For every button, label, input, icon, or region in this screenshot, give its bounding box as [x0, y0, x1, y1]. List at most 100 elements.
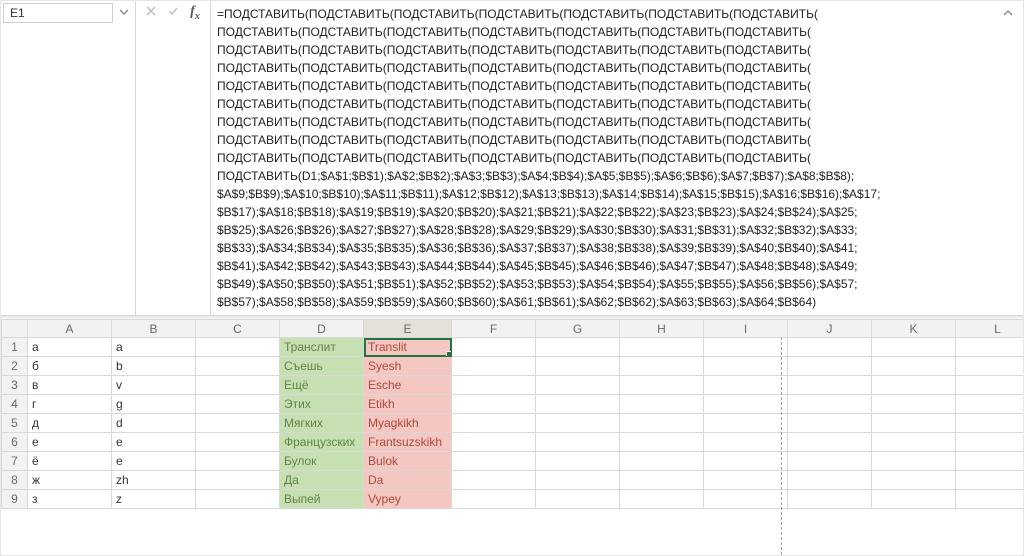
cell[interactable]: Съешь [280, 357, 364, 376]
cell[interactable]: Булок [280, 452, 364, 471]
row-header[interactable]: 8 [2, 471, 28, 490]
cell[interactable]: Этих [280, 395, 364, 414]
column-header[interactable]: K [872, 320, 956, 338]
insert-function-button[interactable]: fx [184, 3, 206, 23]
column-header[interactable]: L [956, 320, 1024, 338]
cell[interactable] [956, 471, 1024, 490]
cell[interactable] [536, 338, 620, 357]
cell[interactable]: в [28, 376, 112, 395]
cell[interactable] [956, 414, 1024, 433]
cell[interactable]: Да [280, 471, 364, 490]
enter-button[interactable] [162, 3, 184, 23]
cell[interactable] [788, 471, 872, 490]
cell[interactable] [620, 338, 704, 357]
name-box[interactable]: E1 [3, 3, 113, 23]
column-header[interactable]: E [364, 320, 452, 338]
cell[interactable] [956, 376, 1024, 395]
formula-bar-expand-button[interactable] [999, 5, 1017, 21]
cell[interactable] [196, 433, 280, 452]
cell[interactable]: д [28, 414, 112, 433]
cell[interactable]: Транслит [280, 338, 364, 357]
column-header[interactable]: I [704, 320, 788, 338]
cell[interactable]: e [112, 452, 196, 471]
cell[interactable]: Bulok [364, 452, 452, 471]
cell[interactable]: g [112, 395, 196, 414]
column-header[interactable]: F [452, 320, 536, 338]
cell[interactable]: Etikh [364, 395, 452, 414]
cell[interactable] [196, 490, 280, 509]
cell[interactable]: Translit [364, 338, 452, 357]
cell[interactable] [872, 338, 956, 357]
cell[interactable] [788, 338, 872, 357]
cell[interactable] [872, 452, 956, 471]
cell[interactable]: b [112, 357, 196, 376]
cell[interactable] [620, 414, 704, 433]
row-header[interactable]: 9 [2, 490, 28, 509]
cell[interactable]: Esche [364, 376, 452, 395]
cell[interactable] [788, 395, 872, 414]
cell[interactable]: б [28, 357, 112, 376]
column-header[interactable]: C [196, 320, 280, 338]
cell[interactable] [536, 471, 620, 490]
cell[interactable] [452, 490, 536, 509]
cell[interactable] [536, 376, 620, 395]
formula-text[interactable]: =ПОДСТАВИТЬ(ПОДСТАВИТЬ(ПОДСТАВИТЬ(ПОДСТА… [217, 5, 999, 311]
cell[interactable] [704, 338, 788, 357]
row-header[interactable]: 5 [2, 414, 28, 433]
cell[interactable] [956, 452, 1024, 471]
column-header[interactable]: D [280, 320, 364, 338]
cell[interactable]: з [28, 490, 112, 509]
cell[interactable] [956, 433, 1024, 452]
cell[interactable]: а [28, 338, 112, 357]
cell[interactable] [452, 452, 536, 471]
cell[interactable] [452, 376, 536, 395]
cell[interactable]: г [28, 395, 112, 414]
row-header[interactable]: 2 [2, 357, 28, 376]
cell[interactable] [536, 490, 620, 509]
select-all-corner[interactable] [2, 320, 28, 338]
row-header[interactable]: 4 [2, 395, 28, 414]
cell[interactable] [452, 338, 536, 357]
cell[interactable]: Da [364, 471, 452, 490]
cell[interactable] [872, 490, 956, 509]
cell[interactable] [196, 395, 280, 414]
cell[interactable]: е [28, 433, 112, 452]
cell[interactable] [536, 433, 620, 452]
cell[interactable] [196, 357, 280, 376]
column-header[interactable]: J [788, 320, 872, 338]
cell[interactable] [872, 414, 956, 433]
cell[interactable]: ё [28, 452, 112, 471]
column-header[interactable]: B [112, 320, 196, 338]
cell[interactable] [620, 471, 704, 490]
cell[interactable] [620, 357, 704, 376]
cell[interactable] [956, 395, 1024, 414]
formula-bar-content[interactable]: =ПОДСТАВИТЬ(ПОДСТАВИТЬ(ПОДСТАВИТЬ(ПОДСТА… [211, 1, 1023, 315]
cell[interactable] [704, 357, 788, 376]
cell[interactable] [452, 357, 536, 376]
row-header[interactable]: 1 [2, 338, 28, 357]
column-header[interactable]: A [28, 320, 112, 338]
cell[interactable] [788, 433, 872, 452]
cell[interactable] [956, 490, 1024, 509]
name-box-dropdown[interactable] [115, 3, 133, 23]
cell[interactable] [536, 395, 620, 414]
cell[interactable]: a [112, 338, 196, 357]
cell[interactable] [452, 395, 536, 414]
cell[interactable]: d [112, 414, 196, 433]
cell[interactable] [704, 433, 788, 452]
cell[interactable] [704, 376, 788, 395]
cell[interactable] [788, 357, 872, 376]
spreadsheet-grid[interactable]: A B C D E F G H I J K L M N O 1аaТранс [1, 319, 1023, 509]
cell[interactable]: e [112, 433, 196, 452]
cell[interactable] [788, 414, 872, 433]
cell[interactable] [872, 357, 956, 376]
column-header[interactable]: G [536, 320, 620, 338]
cell[interactable]: Ещё [280, 376, 364, 395]
cell[interactable]: Мягких [280, 414, 364, 433]
cell[interactable] [452, 471, 536, 490]
row-header[interactable]: 7 [2, 452, 28, 471]
cell[interactable] [872, 471, 956, 490]
cell[interactable] [452, 433, 536, 452]
cell[interactable] [196, 452, 280, 471]
column-header[interactable]: H [620, 320, 704, 338]
